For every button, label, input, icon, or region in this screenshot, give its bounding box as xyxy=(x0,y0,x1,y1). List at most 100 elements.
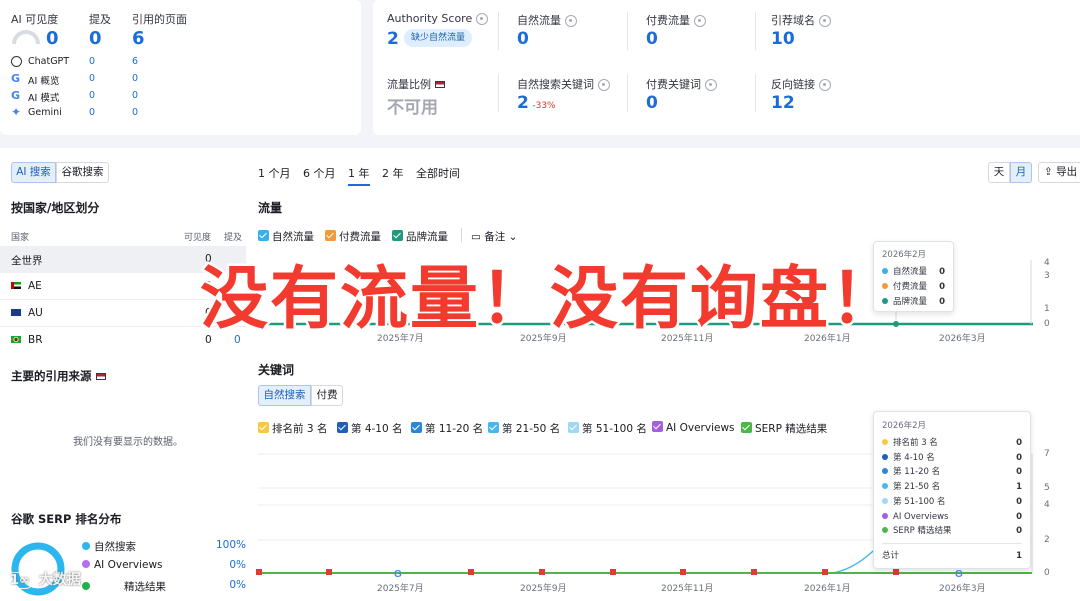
visibility-value[interactable]: 0 xyxy=(46,28,59,49)
x-tick-label: 2025年7月 xyxy=(377,584,424,594)
chatgpt-icon xyxy=(11,56,22,67)
google-icon: G xyxy=(11,89,21,102)
kw-legend-ai-overviews[interactable]: AI Overviews xyxy=(652,421,735,434)
google-update-icon: G xyxy=(955,569,963,580)
paid-keywords-value[interactable]: 0 xyxy=(646,93,658,113)
tooltip-row: 第 4-10 名0 xyxy=(882,452,1022,464)
ai-row-cited[interactable]: 0 xyxy=(132,107,138,118)
traffic-heading: 流量 xyxy=(258,201,283,215)
paid-traffic-label: 付费流量 xyxy=(646,12,706,28)
overlay-banner-text: 没有流量！没有询盘！ xyxy=(197,258,901,342)
gemini-icon: ✦ xyxy=(11,105,22,119)
chevron-down-icon: ⌄ xyxy=(508,231,518,243)
sources-heading: 主要的引用来源 xyxy=(11,368,106,384)
info-icon[interactable] xyxy=(564,15,577,27)
kw-legend-51-100[interactable]: 第 51-100 名 xyxy=(568,421,647,436)
google-icon: G xyxy=(11,72,21,85)
paid-keywords-label: 付费关键词 xyxy=(646,76,717,92)
info-icon[interactable] xyxy=(818,79,831,91)
granularity-month-button[interactable]: 月 xyxy=(1010,162,1032,183)
organic-keywords-value[interactable]: 2 -33% xyxy=(517,93,556,113)
tab-google-search[interactable]: 谷歌搜索 xyxy=(56,162,109,183)
info-icon[interactable] xyxy=(597,79,610,91)
traffic-share-value: 不可用 xyxy=(387,98,438,118)
ai-row-mentions[interactable]: 0 xyxy=(89,73,95,84)
x-tick-label: 2025年9月 xyxy=(520,584,567,594)
info-icon[interactable] xyxy=(818,15,831,27)
period-6m[interactable]: 6 个月 xyxy=(303,167,336,180)
ai-row-cited[interactable]: 0 xyxy=(132,90,138,101)
kw-legend-11-20[interactable]: 第 11-20 名 xyxy=(411,421,483,436)
tab-organic[interactable]: 自然搜索 xyxy=(258,385,311,406)
ai-row-name: ChatGPT xyxy=(28,56,70,67)
checkbox-icon xyxy=(652,421,663,432)
organic-traffic-value[interactable]: 0 xyxy=(517,29,529,49)
watermark-logo: 1∞ 大数据 xyxy=(6,569,81,589)
referring-domains-label: 引荐域名 xyxy=(771,12,831,28)
cited-pages-label: 引用的页面 xyxy=(132,13,187,26)
period-all[interactable]: 全部时间 xyxy=(416,167,460,180)
serp-value: 100% xyxy=(215,539,246,551)
mentions-label: 提及 xyxy=(89,13,111,26)
mentions-value[interactable]: 0 xyxy=(89,28,102,49)
granularity-day-button[interactable]: 天 xyxy=(988,162,1010,183)
cited-pages-value[interactable]: 6 xyxy=(132,28,145,49)
traffic-legend-organic[interactable]: 自然流量 xyxy=(258,229,314,244)
upload-icon: ⇪ xyxy=(1044,166,1053,178)
y-tick-label: 0 xyxy=(1044,319,1050,329)
period-2y[interactable]: 2 年 xyxy=(382,167,404,180)
x-tick-label: 2026年1月 xyxy=(804,584,851,594)
serp-value: 0% xyxy=(229,559,246,571)
visibility-gauge-icon xyxy=(12,30,40,45)
info-icon[interactable] xyxy=(693,15,706,27)
y-tick-label: 1 xyxy=(1044,304,1050,314)
paid-traffic-value[interactable]: 0 xyxy=(646,29,658,49)
serp-heading: 谷歌 SERP 排名分布 xyxy=(11,512,122,526)
ai-row-cited[interactable]: 0 xyxy=(132,73,138,84)
serp-legend-item: 自然搜索 100% xyxy=(82,539,246,554)
traffic-legend-paid[interactable]: 付费流量 xyxy=(325,229,381,244)
tooltip-row: 第 11-20 名0 xyxy=(882,466,1022,478)
checkbox-icon xyxy=(325,230,336,241)
period-1y[interactable]: 1 年 xyxy=(348,165,370,186)
us-flag-icon xyxy=(95,373,106,380)
ai-row-gemini: ✦ Gemini 0 0 xyxy=(11,106,211,120)
authority-score-value[interactable]: 2 xyxy=(387,29,399,49)
tab-paid[interactable]: 付费 xyxy=(311,385,343,406)
period-1m[interactable]: 1 个月 xyxy=(258,167,291,180)
notes-dropdown[interactable]: ▭ 备注 ⌄ xyxy=(471,229,517,244)
backlinks-value[interactable]: 12 xyxy=(771,93,795,113)
tab-ai-search[interactable]: AI 搜索 xyxy=(11,162,56,183)
checkbox-icon xyxy=(258,230,269,241)
flag-marker xyxy=(751,569,757,575)
ai-row-ai-overview: G AI 概览 0 0 xyxy=(11,72,211,87)
kw-legend-top3[interactable]: 排名前 3 名 xyxy=(258,421,327,436)
organic-traffic-label: 自然流量 xyxy=(517,12,577,28)
ai-visibility-card: AI 可见度 0 提及 0 引用的页面 6 ChatGPT 0 6 G AI 概… xyxy=(0,0,361,135)
info-icon[interactable] xyxy=(475,13,488,25)
traffic-legend-brand[interactable]: 品牌流量 xyxy=(392,229,448,244)
kw-legend-4-10[interactable]: 第 4-10 名 xyxy=(337,421,403,436)
export-button[interactable]: ⇪ 导出 xyxy=(1038,162,1080,183)
flag-marker xyxy=(256,569,262,575)
kw-legend-serp[interactable]: SERP 精选结果 xyxy=(741,421,827,436)
ai-row-chatgpt: ChatGPT 0 6 xyxy=(11,55,211,69)
ai-row-cited[interactable]: 6 xyxy=(132,56,138,67)
country-heading: 按国家/地区划分 xyxy=(11,201,100,215)
checkbox-icon xyxy=(392,230,403,241)
br-flag-icon xyxy=(11,336,21,343)
kw-legend-21-50[interactable]: 第 21-50 名 xyxy=(488,421,560,436)
ai-row-mentions[interactable]: 0 xyxy=(89,107,95,118)
ai-row-name: AI 模式 xyxy=(28,93,60,104)
info-icon[interactable] xyxy=(704,79,717,91)
tooltip-row: SERP 精选结果 0 xyxy=(882,525,1022,537)
x-tick-label: 2025年11月 xyxy=(661,584,714,594)
keywords-tooltip: 2026年2月 排名前 3 名0 第 4-10 名0 第 11-20 名0 第 … xyxy=(873,411,1031,569)
checkbox-icon xyxy=(258,422,269,433)
ae-flag-icon xyxy=(11,282,21,289)
ai-row-mentions[interactable]: 0 xyxy=(89,90,95,101)
y-tick-label: 7 xyxy=(1044,449,1050,459)
y-tick-label: 4 xyxy=(1044,500,1050,510)
ai-row-mentions[interactable]: 0 xyxy=(89,56,95,67)
referring-domains-value[interactable]: 10 xyxy=(771,29,795,49)
